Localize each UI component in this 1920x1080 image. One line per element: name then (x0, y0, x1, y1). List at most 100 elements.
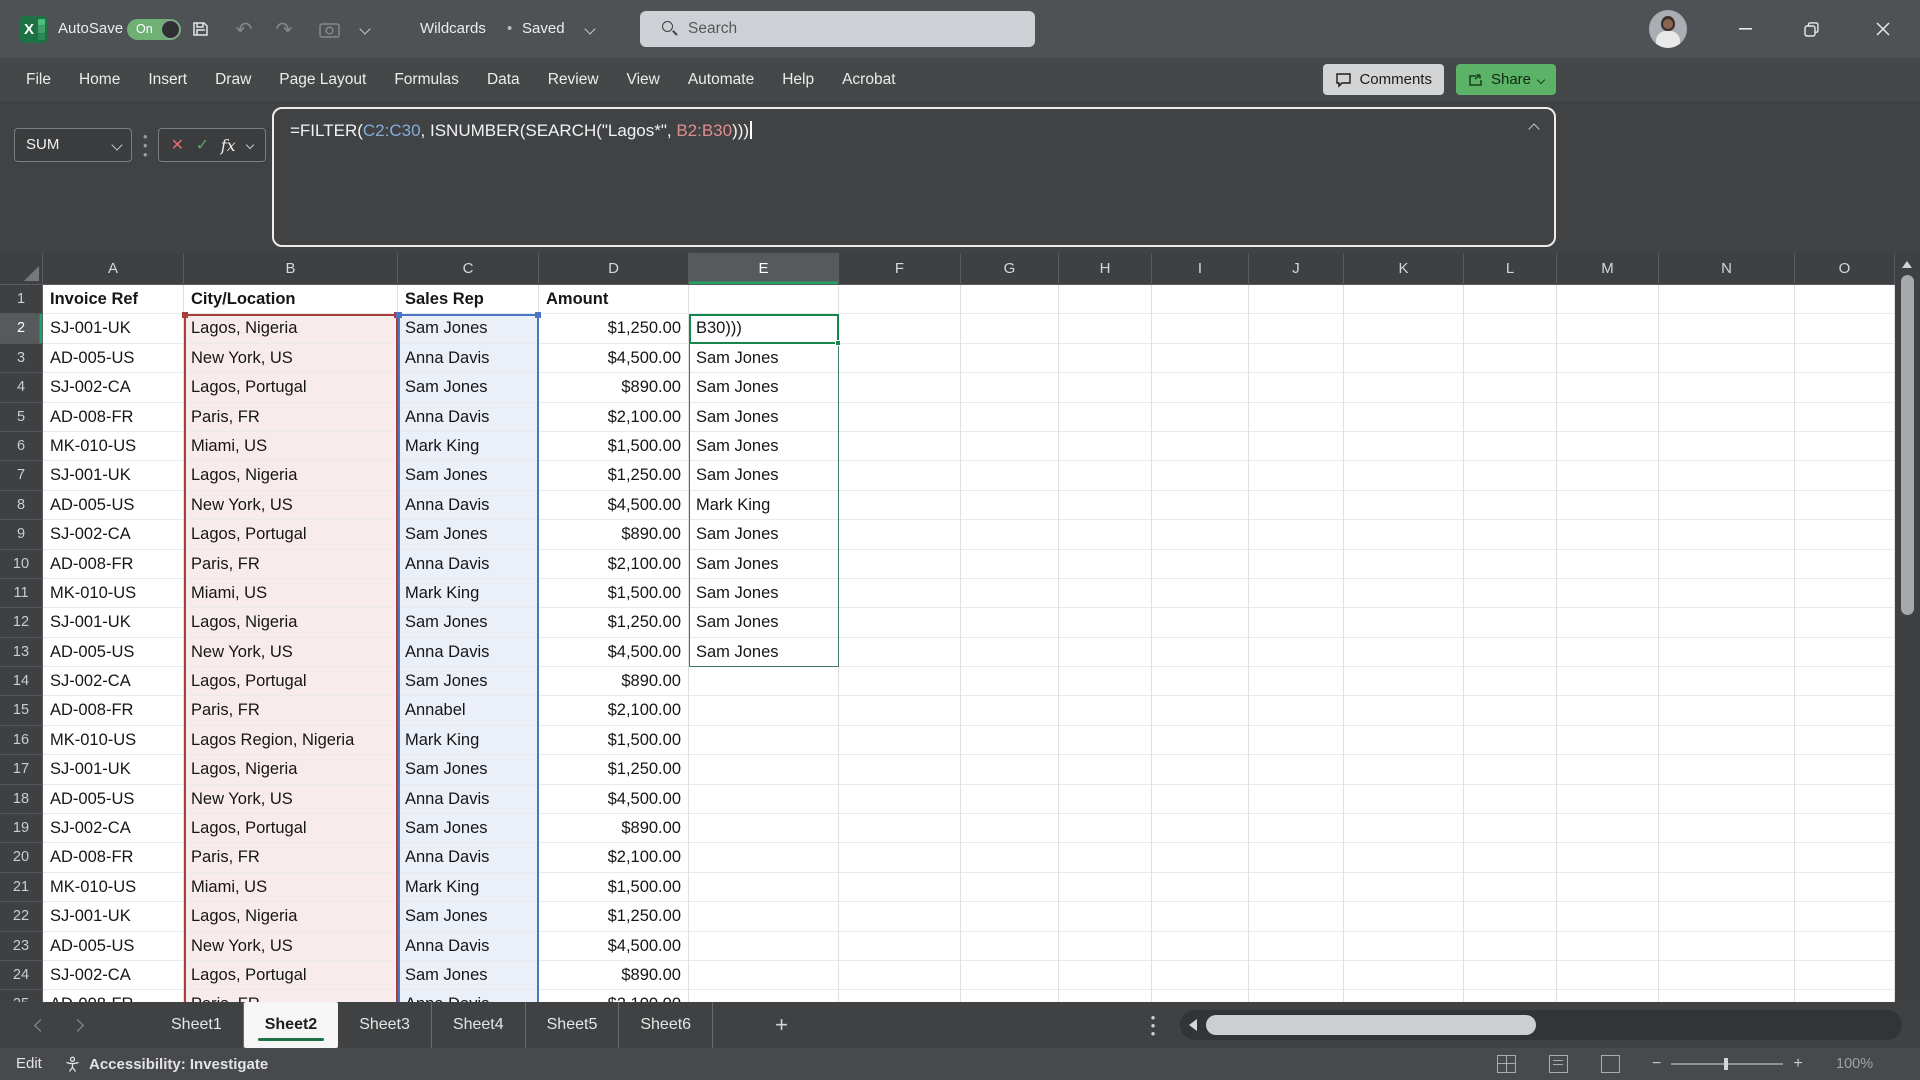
cell-I6[interactable] (1152, 432, 1249, 461)
ribbon-tab-help[interactable]: Help (768, 58, 828, 101)
cell-O1[interactable] (1795, 285, 1895, 314)
cell-K18[interactable] (1344, 785, 1464, 814)
cell-M11[interactable] (1557, 579, 1659, 608)
cell-N21[interactable] (1659, 873, 1795, 902)
cell-B18[interactable]: New York, US (184, 785, 398, 814)
cell-C25[interactable]: Anna Davis (398, 990, 539, 1002)
cell-J16[interactable] (1249, 726, 1344, 755)
cell-J18[interactable] (1249, 785, 1344, 814)
cell-L12[interactable] (1464, 608, 1557, 637)
cell-H10[interactable] (1059, 550, 1152, 579)
cell-O15[interactable] (1795, 696, 1895, 725)
cell-A11[interactable]: MK-010-US (43, 579, 184, 608)
row-number-25[interactable]: 25 (0, 990, 43, 1002)
cell-K15[interactable] (1344, 696, 1464, 725)
cell-A3[interactable]: AD-005-US (43, 344, 184, 373)
column-header-e[interactable]: E (689, 253, 839, 285)
cell-L1[interactable] (1464, 285, 1557, 314)
cell-I2[interactable] (1152, 314, 1249, 343)
cell-L9[interactable] (1464, 520, 1557, 549)
cell-A7[interactable]: SJ-001-UK (43, 461, 184, 490)
cell-K6[interactable] (1344, 432, 1464, 461)
cell-E20[interactable] (689, 843, 839, 872)
cell-B24[interactable]: Lagos, Portugal (184, 961, 398, 990)
ribbon-tab-draw[interactable]: Draw (201, 58, 265, 101)
cell-D13[interactable]: $4,500.00 (539, 638, 689, 667)
cell-N9[interactable] (1659, 520, 1795, 549)
cell-F9[interactable] (839, 520, 961, 549)
cell-C8[interactable]: Anna Davis (398, 491, 539, 520)
cell-C12[interactable]: Sam Jones (398, 608, 539, 637)
horizontal-scrollbar[interactable] (1180, 1010, 1902, 1040)
cell-C3[interactable]: Anna Davis (398, 344, 539, 373)
cell-K24[interactable] (1344, 961, 1464, 990)
cell-L24[interactable] (1464, 961, 1557, 990)
column-header-f[interactable]: F (839, 253, 961, 285)
sheet-tab-sheet2[interactable]: Sheet2 (244, 1002, 338, 1048)
cell-G23[interactable] (961, 932, 1059, 961)
cell-L5[interactable] (1464, 403, 1557, 432)
camera-icon[interactable] (312, 0, 346, 58)
cell-F25[interactable] (839, 990, 961, 1002)
cell-C11[interactable]: Mark King (398, 579, 539, 608)
cell-K10[interactable] (1344, 550, 1464, 579)
cell-B14[interactable]: Lagos, Portugal (184, 667, 398, 696)
cell-N20[interactable] (1659, 843, 1795, 872)
cell-C20[interactable]: Anna Davis (398, 843, 539, 872)
cell-B10[interactable]: Paris, FR (184, 550, 398, 579)
cell-E25[interactable] (689, 990, 839, 1002)
cell-I16[interactable] (1152, 726, 1249, 755)
cell-G6[interactable] (961, 432, 1059, 461)
cell-L15[interactable] (1464, 696, 1557, 725)
cell-C1[interactable]: Sales Rep (398, 285, 539, 314)
cell-B3[interactable]: New York, US (184, 344, 398, 373)
close-button[interactable] (1860, 0, 1906, 58)
row-number-11[interactable]: 11 (0, 579, 43, 608)
cell-J4[interactable] (1249, 373, 1344, 402)
cell-L25[interactable] (1464, 990, 1557, 1002)
cell-H5[interactable] (1059, 403, 1152, 432)
cell-J12[interactable] (1249, 608, 1344, 637)
cell-M6[interactable] (1557, 432, 1659, 461)
cell-H4[interactable] (1059, 373, 1152, 402)
cell-J24[interactable] (1249, 961, 1344, 990)
cell-L14[interactable] (1464, 667, 1557, 696)
cell-H13[interactable] (1059, 638, 1152, 667)
cell-L6[interactable] (1464, 432, 1557, 461)
cell-I10[interactable] (1152, 550, 1249, 579)
cell-J10[interactable] (1249, 550, 1344, 579)
cell-H21[interactable] (1059, 873, 1152, 902)
cell-G15[interactable] (961, 696, 1059, 725)
cell-O6[interactable] (1795, 432, 1895, 461)
cell-L8[interactable] (1464, 491, 1557, 520)
name-box[interactable]: SUM (14, 128, 132, 162)
cell-K23[interactable] (1344, 932, 1464, 961)
cell-N3[interactable] (1659, 344, 1795, 373)
row-number-20[interactable]: 20 (0, 843, 43, 872)
cell-I24[interactable] (1152, 961, 1249, 990)
cell-F14[interactable] (839, 667, 961, 696)
cell-J23[interactable] (1249, 932, 1344, 961)
cell-O10[interactable] (1795, 550, 1895, 579)
cell-O21[interactable] (1795, 873, 1895, 902)
cell-G8[interactable] (961, 491, 1059, 520)
column-header-k[interactable]: K (1344, 253, 1464, 285)
cell-N11[interactable] (1659, 579, 1795, 608)
cell-F18[interactable] (839, 785, 961, 814)
cell-H17[interactable] (1059, 755, 1152, 784)
cell-O7[interactable] (1795, 461, 1895, 490)
cell-O24[interactable] (1795, 961, 1895, 990)
cell-L2[interactable] (1464, 314, 1557, 343)
cell-N17[interactable] (1659, 755, 1795, 784)
cell-L17[interactable] (1464, 755, 1557, 784)
ribbon-tab-data[interactable]: Data (473, 58, 534, 101)
cell-D4[interactable]: $890.00 (539, 373, 689, 402)
column-header-o[interactable]: O (1795, 253, 1895, 285)
row-number-15[interactable]: 15 (0, 696, 43, 725)
cell-H18[interactable] (1059, 785, 1152, 814)
row-number-23[interactable]: 23 (0, 932, 43, 961)
cell-I1[interactable] (1152, 285, 1249, 314)
cell-O13[interactable] (1795, 638, 1895, 667)
restore-button[interactable] (1788, 0, 1834, 58)
cell-G2[interactable] (961, 314, 1059, 343)
